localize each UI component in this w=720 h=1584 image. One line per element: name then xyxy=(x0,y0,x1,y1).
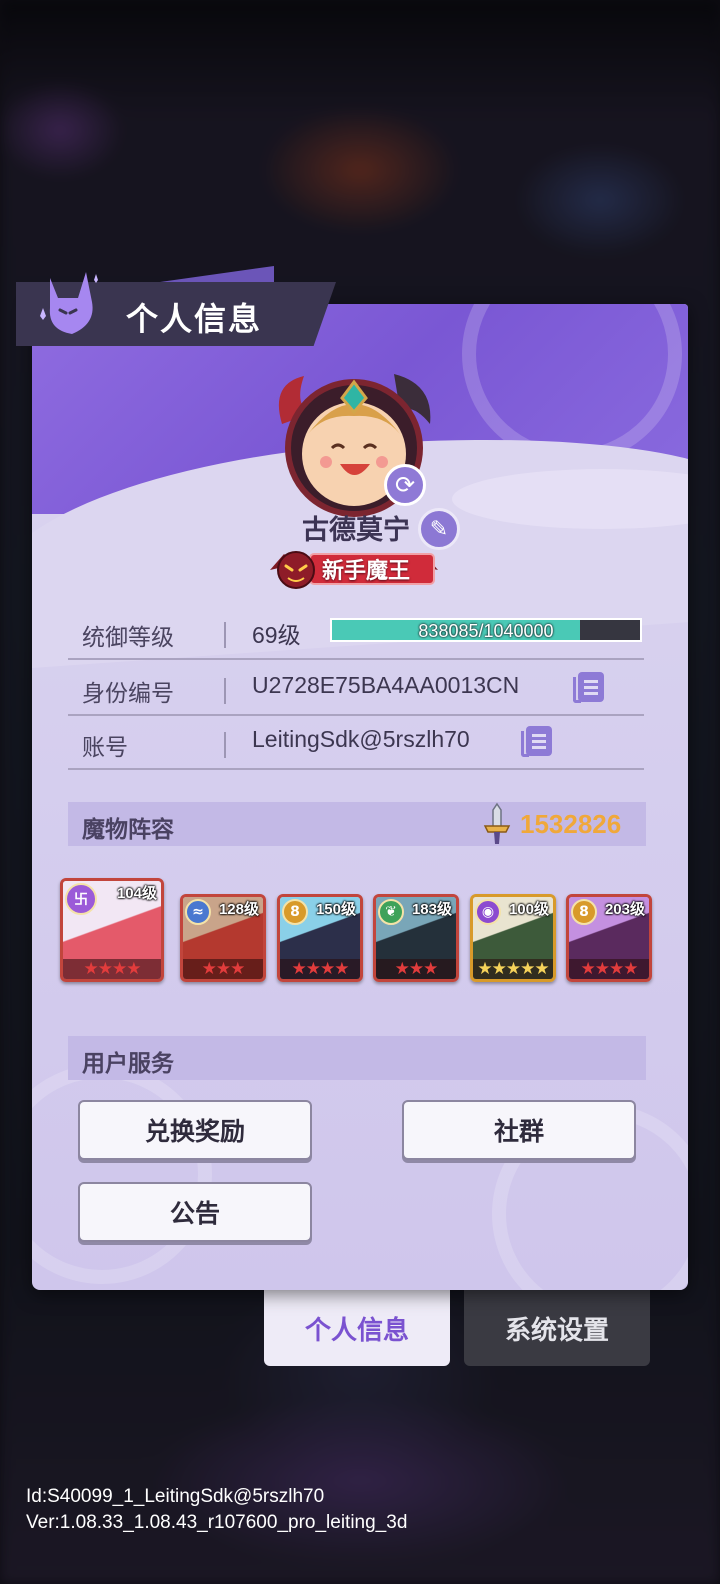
monster-stars: ★★★★ xyxy=(63,959,161,979)
id-row: 身份编号 U2728E75BA4AA0013CN xyxy=(68,660,644,716)
monster-card[interactable]: 8 150级 ★★★★ xyxy=(277,894,363,982)
monster-stars: ★★★★ xyxy=(280,959,360,979)
account-label: 账号 xyxy=(82,735,128,761)
community-button[interactable]: 社群 xyxy=(402,1100,636,1160)
tab-personal-info[interactable]: 个人信息 xyxy=(264,1278,450,1366)
edit-nickname-button[interactable]: ✎ xyxy=(418,508,460,550)
lineup-label: 魔物阵容 xyxy=(82,817,174,843)
divider xyxy=(224,732,226,758)
copy-account-icon[interactable] xyxy=(521,726,552,757)
monster-card[interactable]: ❦ 183级 ★★★ xyxy=(373,894,459,982)
copy-id-icon[interactable] xyxy=(573,672,604,703)
account-row: 账号 LeitingSdk@5rszlh70 xyxy=(68,714,644,770)
light-element-icon: 8 xyxy=(571,899,597,925)
wood-element-icon: ❦ xyxy=(378,899,404,925)
dark-element-icon: ◉ xyxy=(475,899,501,925)
services-section-header: 用户服务 xyxy=(68,1036,646,1080)
level-value: 69级 xyxy=(252,622,301,648)
exp-progress-text: 838085/1040000 xyxy=(418,621,554,641)
demon-cat-icon xyxy=(40,272,98,334)
monster-stars: ★★★★★ xyxy=(473,959,553,979)
panel-title: 个人信息 xyxy=(126,300,263,338)
water-element-icon: ≈ xyxy=(185,899,211,925)
monster-stars: ★★★ xyxy=(376,959,456,979)
monster-card[interactable]: 8 203级 ★★★★ xyxy=(566,894,652,982)
lineup-power: 1532826 xyxy=(520,809,622,839)
account-value: LeitingSdk@5rszlh70 xyxy=(252,726,470,752)
sword-power-icon xyxy=(483,802,511,844)
footer-version-line: Ver:1.08.33_1.08.43_r107600_pro_leiting_… xyxy=(26,1512,408,1533)
announcement-button[interactable]: 公告 xyxy=(78,1182,312,1242)
monster-level: 150级 xyxy=(315,901,356,918)
redeem-rewards-button[interactable]: 兑换奖励 xyxy=(78,1100,312,1160)
swap-avatar-button[interactable]: ⟳ xyxy=(384,464,426,506)
fire-element-icon: 卐 xyxy=(65,883,97,915)
id-label: 身份编号 xyxy=(82,681,174,707)
monster-level: 100级 xyxy=(508,901,549,918)
monster-card[interactable]: ◉ 100级 ★★★★★ xyxy=(470,894,556,982)
divider xyxy=(224,678,226,704)
monster-level: 183级 xyxy=(411,901,452,918)
tab-system-settings[interactable]: 系统设置 xyxy=(464,1278,650,1366)
footer-id-line: Id:S40099_1_LeitingSdk@5rszlh70 xyxy=(26,1486,325,1507)
divider xyxy=(224,622,226,648)
pencil-icon: ✎ xyxy=(429,516,449,542)
light-element-icon: 8 xyxy=(282,899,308,925)
title-badge-text: 新手魔王 xyxy=(322,559,411,584)
monster-card[interactable]: 卐 104级 ★★★★ xyxy=(60,878,164,982)
monster-card[interactable]: ≈128级 ★★★ xyxy=(180,894,266,982)
monster-level: 203级 xyxy=(604,901,645,918)
level-row: 统御等级 69级 838085/1040000 xyxy=(68,604,644,660)
monster-level: 104级 xyxy=(116,885,157,902)
player-nickname: 古德莫宁 xyxy=(302,515,410,546)
monster-stars: ★★★ xyxy=(183,959,263,979)
refresh-icon: ⟳ xyxy=(394,471,416,499)
level-label: 统御等级 xyxy=(82,625,174,651)
monster-stars: ★★★★ xyxy=(569,959,649,979)
exp-progress-bar: 838085/1040000 xyxy=(330,618,642,642)
monster-level: 128级 xyxy=(218,901,259,918)
watermark-ring xyxy=(32,1064,212,1284)
id-value: U2728E75BA4AA0013CN xyxy=(252,672,520,698)
services-label: 用户服务 xyxy=(82,1051,174,1077)
